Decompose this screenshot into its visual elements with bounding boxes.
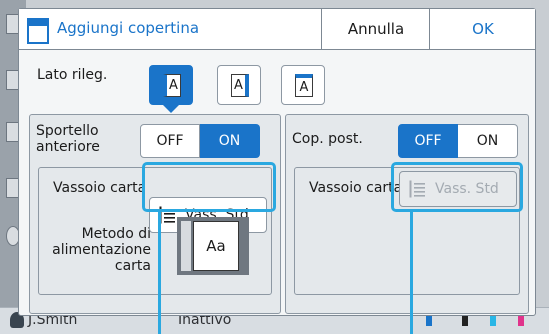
front-cover-label-2: anteriore xyxy=(36,139,100,155)
cancel-button[interactable]: Annulla xyxy=(321,9,430,49)
feed-method-label-3: carta xyxy=(114,258,151,274)
ok-button[interactable]: OK xyxy=(429,9,536,49)
binding-left-button[interactable]: A xyxy=(149,65,193,105)
front-cover-label-1: Sportello xyxy=(36,123,99,139)
back-cover-on-button[interactable]: ON xyxy=(458,124,518,158)
front-tray-label: Vassoio carta xyxy=(53,180,147,196)
back-tray-pointer xyxy=(410,212,413,334)
feed-method-label-2: alimentazione xyxy=(52,242,151,258)
dialog-title: Aggiungi copertina xyxy=(57,19,200,37)
feed-method-label-1: Metodo di xyxy=(81,226,151,242)
paper-edge xyxy=(181,221,191,271)
front-tray-highlight xyxy=(142,162,276,212)
ink-icon xyxy=(426,316,432,326)
cover-icon xyxy=(27,18,49,44)
feed-sheet-icon: Aa xyxy=(193,221,239,271)
binding-top-button[interactable]: A xyxy=(281,65,325,105)
selection-caret xyxy=(163,105,179,113)
top-binding-icon: A xyxy=(295,74,313,97)
left-binding-icon: A xyxy=(163,74,181,97)
ink-c-icon xyxy=(490,316,496,326)
front-tray-pointer xyxy=(158,212,161,334)
binding-right-button[interactable]: A xyxy=(217,65,261,105)
back-cover-label: Cop. post. xyxy=(292,131,363,147)
feed-method-button[interactable]: Aa xyxy=(177,217,249,275)
back-cover-panel: Cop. post. OFF ON Vassoio carta xyxy=(285,114,529,314)
right-binding-icon: A xyxy=(231,74,249,97)
back-tray-highlight xyxy=(391,162,523,212)
ink-k-icon xyxy=(462,316,468,326)
binding-label: Lato rileg. xyxy=(37,67,108,83)
ink-m-icon xyxy=(518,316,524,326)
dialog-header: Aggiungi copertina Annulla OK xyxy=(19,9,535,50)
back-cover-off-button[interactable]: OFF xyxy=(398,124,458,158)
front-cover-on-button[interactable]: ON xyxy=(200,124,260,158)
front-cover-off-button[interactable]: OFF xyxy=(140,124,200,158)
